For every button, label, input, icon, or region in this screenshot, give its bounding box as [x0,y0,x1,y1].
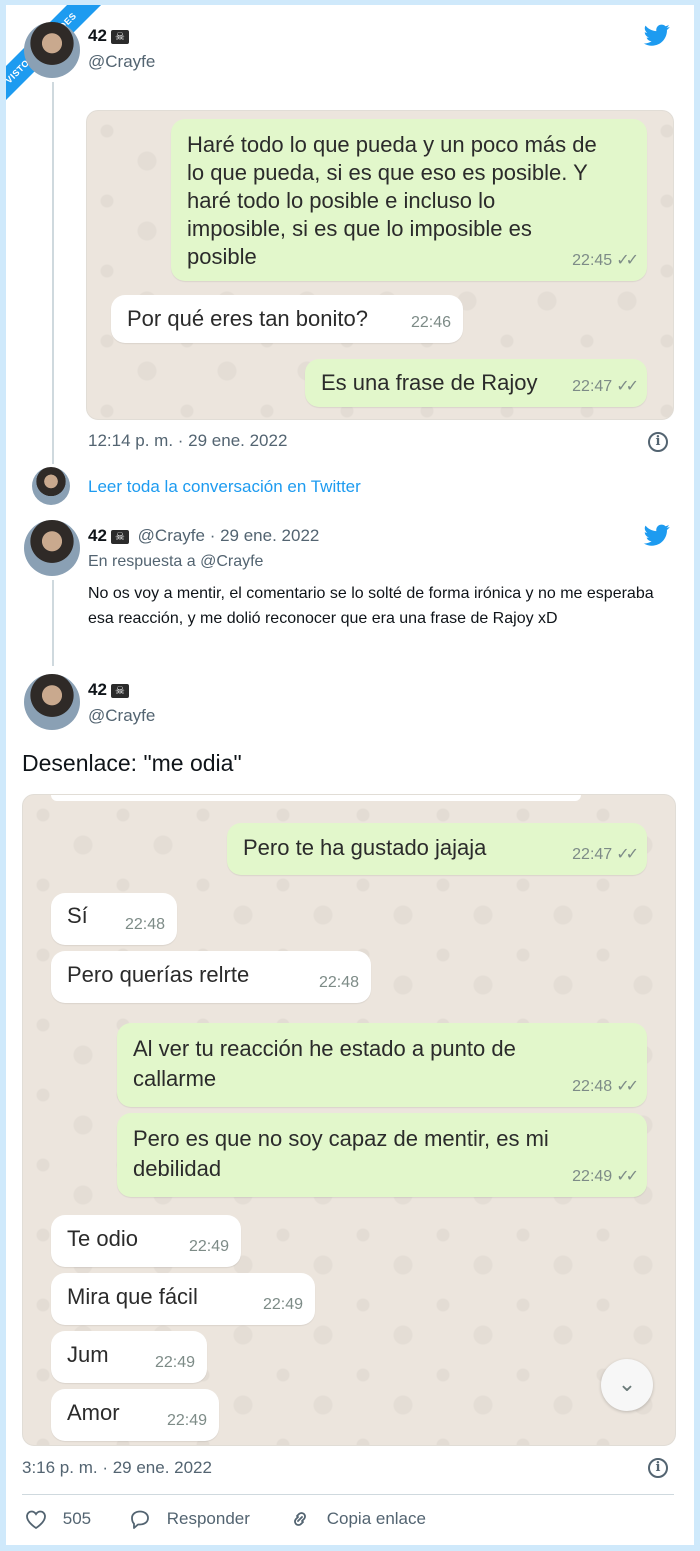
heart-icon [26,1510,46,1530]
in-reply-to[interactable]: En respuesta a @Crayfe [88,553,263,571]
message-text: Haré todo lo que pueda y un poco más de … [187,132,597,269]
scroll-down-button[interactable]: ⌄ [601,1359,653,1411]
tweet-timestamp[interactable]: 12:14 p. m. · 29 ene. 2022 [88,431,287,451]
copy-link-button[interactable]: Copia enlace [288,1508,426,1530]
avatar[interactable] [24,22,80,78]
divider [22,1494,674,1495]
message-time: 22:49 [262,1296,303,1313]
message-outgoing: Haré todo lo que pueda y un poco más de … [171,119,647,281]
message-time: 22:49 ✓✓ [572,1168,639,1185]
skull-icon: ☠ [110,29,129,44]
twitter-bird-icon[interactable] [642,522,672,548]
message-text: Te odio [67,1226,138,1251]
message-outgoing: Es una frase de Rajoy 22:47 ✓✓ [305,359,647,407]
author-name-text: 42 [88,26,107,45]
message-outgoing: Pero te ha gustado jajaja 22:47 ✓✓ [227,823,647,875]
info-icon[interactable]: i [648,432,668,452]
skull-icon: ☠ [110,529,129,544]
author-handle[interactable]: @Crayfe [88,52,155,72]
chat-screenshot-2: Pero te ha gustado jajaja 22:47 ✓✓ Sí 22:… [22,794,676,1446]
chevron-down-icon: ⌄ [617,1371,637,1396]
message-incoming: Te odio 22:49 [51,1215,241,1267]
message-text: Sí [67,903,88,928]
message-time: 22:48 ✓✓ [572,1078,639,1095]
message-time: 22:49 [166,1412,207,1429]
reply-body: No os voy a mentir, el comentario se lo … [88,585,654,627]
author-handle[interactable]: @Crayfe [88,706,155,726]
skull-icon: ☠ [110,683,129,698]
tweet-timestamp[interactable]: 3:16 p. m. · 29 ene. 2022 [22,1458,212,1478]
reply-author-name[interactable]: 42 ☠ @Crayfe · 29 ene. 2022 [88,526,319,546]
message-time: 22:47 ✓✓ [572,846,639,863]
avatar[interactable] [24,674,80,730]
message-text: Jum [67,1342,109,1367]
message-incoming: Amor 22:49 [51,1389,219,1441]
message-text: Al ver tu reacción he estado a punto de … [133,1036,516,1091]
double-check-icon: ✓✓ [616,846,639,863]
message-text: Pero querías relrte [67,962,250,987]
link-icon [294,1512,306,1526]
double-check-icon: ✓✓ [616,252,639,269]
twitter-bird-icon[interactable] [642,22,672,48]
reply-handle-date: @Crayfe · 29 ene. 2022 [137,526,320,545]
reply-label: Responder [166,1509,250,1528]
message-time: 22:49 [188,1238,229,1255]
avatar[interactable] [32,467,70,505]
message-time: 22:48 [124,916,165,933]
reply-button[interactable]: Responder [128,1508,250,1530]
double-check-icon: ✓✓ [616,378,639,395]
clipped-bubble [51,795,581,801]
message-time: 22:49 [154,1354,195,1371]
chat-screenshot-1: Haré todo lo que pueda y un poco más de … [86,110,674,420]
avatar[interactable] [24,520,80,576]
message-incoming: Mira que fácil 22:49 [51,1273,315,1325]
message-time: 22:47 ✓✓ [572,378,639,395]
message-incoming: Sí 22:48 [51,893,177,945]
like-count: 505 [62,1509,92,1528]
message-text: Pero es que no soy capaz de mentir, es m… [133,1126,549,1181]
copy-link-label: Copia enlace [326,1509,426,1528]
author-name[interactable]: 42 ☠ [88,680,129,700]
message-time: 22:45 ✓✓ [572,252,639,269]
message-incoming: Por qué eres tan bonito? 22:46 [111,295,463,343]
read-conversation-link[interactable]: Leer toda la conversación en Twitter [88,477,361,497]
author-name-text: 42 [88,526,107,545]
double-check-icon: ✓✓ [616,1078,639,1095]
reply-icon [131,1510,149,1529]
author-name[interactable]: 42 ☠ [88,26,129,46]
message-text: Amor [67,1400,120,1425]
message-text: Es una frase de Rajoy [321,370,538,395]
message-incoming: Pero querías relrte 22:48 [51,951,371,1003]
info-icon[interactable]: i [648,1458,668,1478]
message-text: Pero te ha gustado jajaja [243,835,487,860]
message-outgoing: Pero es que no soy capaz de mentir, es m… [117,1113,647,1197]
tweet-text: Desenlace: "me odia" [22,750,242,776]
thread-line [52,82,54,464]
author-name-text: 42 [88,680,107,699]
thread-line [52,580,54,666]
message-text: Por qué eres tan bonito? [127,306,368,331]
like-button[interactable]: 505 [24,1508,91,1530]
message-text: Mira que fácil [67,1284,198,1309]
message-incoming: Jum 22:49 [51,1331,207,1383]
message-outgoing: Al ver tu reacción he estado a punto de … [117,1023,647,1107]
message-time: 22:48 [318,974,359,991]
double-check-icon: ✓✓ [616,1168,639,1185]
message-time: 22:46 [410,314,451,331]
